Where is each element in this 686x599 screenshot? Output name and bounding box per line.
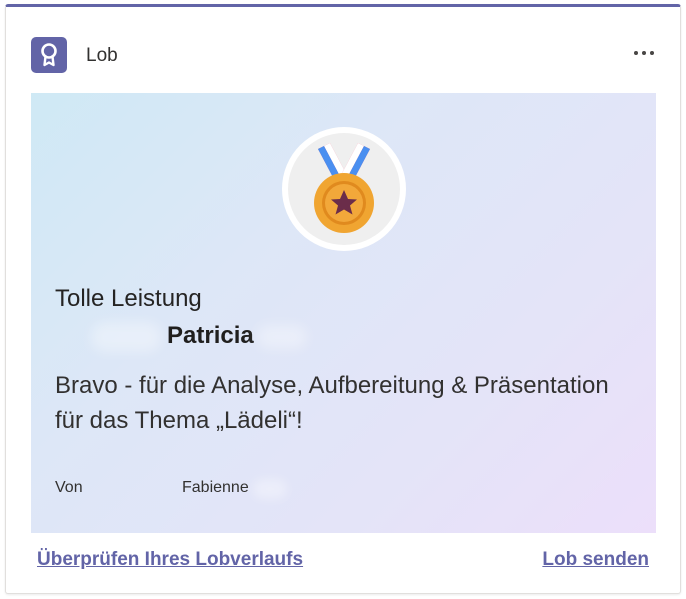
review-history-link[interactable]: Überprüfen Ihres Lobverlaufs	[37, 549, 303, 571]
praise-title: Tolle Leistung	[55, 285, 202, 312]
praise-message: Bravo - für die Analyse, Aufbereitung & …	[55, 372, 609, 434]
recipient-name: Patricia	[167, 322, 254, 349]
more-options-icon[interactable]	[630, 41, 658, 65]
card-header: Lob	[31, 35, 660, 75]
ribbon-badge-icon	[31, 37, 67, 73]
send-praise-link[interactable]: Lob senden	[542, 549, 649, 571]
praise-banner: Tolle Leistung Patricia Bravo - für die …	[31, 93, 656, 533]
medal-icon	[314, 143, 374, 233]
praise-card: Lob Tolle Leistung Patricia Bravo - für …	[5, 4, 681, 594]
app-title: Lob	[86, 45, 118, 66]
from-label: Von	[55, 479, 83, 496]
sender-name: Fabienne	[182, 479, 249, 496]
medal-badge	[282, 127, 406, 251]
